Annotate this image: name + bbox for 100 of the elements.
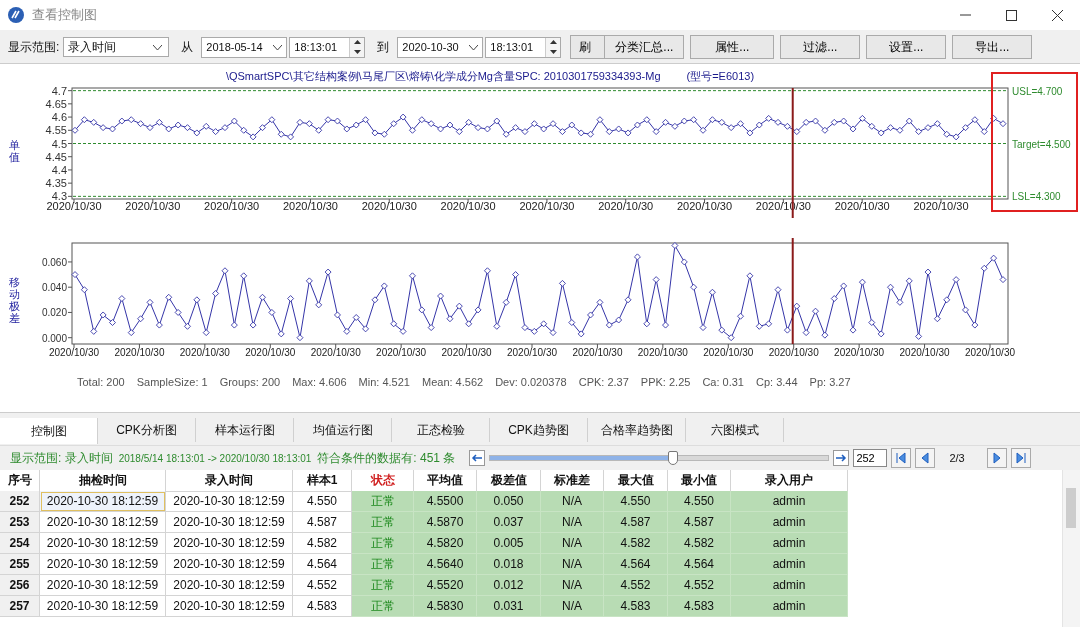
table-cell: 2020-10-30 18:12:59 [166,575,293,596]
x-tick-label: 2020/10/30 [572,347,623,358]
table-cell: 正常 [352,533,414,554]
x-tick-label: 2020/10/30 [598,200,654,212]
table-cell: 2020-10-30 18:12:59 [40,554,166,575]
table-cell: 2020-10-30 18:12:59 [166,596,293,617]
table-cell: 4.587 [668,512,731,533]
row-number: 254 [0,533,40,554]
statistic: SampleSize: 1 [136,376,208,388]
x-tick-label: 2020/10/30 [114,347,165,358]
y-tick-label: 4.4 [51,163,67,176]
x-tick-label: 2020/10/30 [179,347,230,358]
x-tick-label: 2020/10/30 [441,347,492,358]
x-tick-label: 2020/10/30 [48,347,100,358]
page-indicator: 2/3 [949,452,965,464]
table-cell: 正常 [352,554,414,575]
x-tick-label: 2020/10/30 [310,347,361,358]
table-cell: 2020-10-30 18:12:59 [40,575,166,596]
x-tick-label: 2020/10/30 [913,200,969,212]
x-tick-label: 2020/10/30 [519,200,575,212]
table-cell: 4.564 [668,554,731,575]
range-label: 显示范围: 录入时间 [10,449,113,467]
table-cell: 4.5870 [414,512,477,533]
statistic: CPK: 2.37 [578,376,629,388]
table-cell: 2020-10-30 18:12:59 [166,512,293,533]
column-header[interactable]: 录入时间 [166,470,293,492]
y-tick-label: 0.000 [41,332,67,344]
y-tick-label: 0.020 [41,307,67,319]
table-cell: 正常 [352,575,414,596]
table-cell: 4.583 [668,596,731,617]
time-field[interactable]: 18:13:01 [289,36,366,58]
table-cell: 4.5820 [414,533,477,554]
table-cell: 2020-10-30 18:12:59 [40,491,166,512]
table-cell: 4.550 [668,491,731,512]
x-tick-label: 2020/10/30 [245,347,296,358]
limit-label: USL=4.700 [1012,85,1063,97]
table-cell: 正常 [352,596,414,617]
statistic: Mean: 4.562 [422,376,484,388]
column-header[interactable]: 样本1 [293,470,352,492]
table-cell: 0.031 [477,596,541,617]
range-dropdown[interactable]: 录入时间 [63,37,170,57]
row-number: 253 [0,512,40,533]
x-tick-label: 2020/10/30 [834,347,885,358]
table-cell: N/A [541,554,604,575]
table-cell: 4.550 [604,491,668,512]
table-cell: 4.583 [604,596,668,617]
table-cell: 2020-10-30 18:12:59 [40,596,166,617]
statistic: Groups: 200 [219,376,281,388]
table-cell: admin [731,512,848,533]
row-number: 252 [0,491,40,512]
date-field[interactable]: 2020-10-30 [397,36,484,58]
toolbar-button[interactable]: 刷 [570,35,605,59]
x-tick-label: 2020/10/30 [125,200,181,212]
x-tick-label: 2020/10/30 [703,347,754,358]
table-cell: N/A [541,596,604,617]
table-cell: 0.050 [477,491,541,512]
statistic: Max: 4.606 [292,376,347,388]
table-cell: 2020-10-30 18:12:59 [166,554,293,575]
from-label: 从 [181,38,194,56]
page-number-field[interactable]: 252 [853,449,888,467]
table-cell: admin [731,575,848,596]
statistic: Ca: 0.31 [702,376,744,388]
toolbar-button[interactable]: 属性... [690,35,775,59]
table-cell: 2020-10-30 18:12:59 [166,491,293,512]
chart-subtitle: (型号=E6013) [686,69,755,84]
x-tick-label: 2020/10/30 [637,347,688,358]
x-tick-label: 2020/10/30 [46,200,102,212]
table-cell: 2020-10-30 18:12:59 [40,512,166,533]
statistic: Total: 200 [77,376,125,388]
statistic: PPK: 2.25 [640,376,691,388]
y-tick-label: 0.040 [41,282,67,294]
table-cell: 0.018 [477,554,541,575]
window-title: 查看控制图 [32,6,97,24]
y-tick-label: 4.55 [45,124,67,137]
toolbar-button[interactable]: 过滤... [780,35,861,59]
table-cell: 0.037 [477,512,541,533]
table-cell: 4.5640 [414,554,477,575]
table-cell: 4.552 [668,575,731,596]
row-number: 256 [0,575,40,596]
statistic: Cp: 3.44 [756,376,798,388]
date-field[interactable]: 2018-05-14 [201,36,288,58]
table-cell: 4.5500 [414,491,477,512]
x-tick-label: 2020/10/30 [899,347,950,358]
table-cell: 2020-10-30 18:12:59 [40,533,166,554]
axis-label: 移动极差 [8,275,20,325]
toolbar-button[interactable]: 导出... [952,35,1033,59]
toolbar-button[interactable]: 分类汇总... [604,35,685,59]
table-cell: admin [731,554,848,575]
statistic: Dev: 0.020378 [495,376,567,388]
tab[interactable]: 控制图 [0,418,98,444]
x-tick-label: 2020/10/30 [506,347,558,358]
toolbar-button[interactable]: 设置... [866,35,947,59]
limit-label: LSL=4.300 [1012,191,1061,203]
y-tick-label: 4.35 [45,177,67,190]
x-tick-label: 2020/10/30 [964,347,1016,358]
y-tick-label: 4.6 [51,111,67,124]
time-field[interactable]: 18:13:01 [485,36,562,58]
table-cell: 4.582 [604,533,668,554]
row-number: 255 [0,554,40,575]
y-tick-label: 4.45 [45,150,67,163]
